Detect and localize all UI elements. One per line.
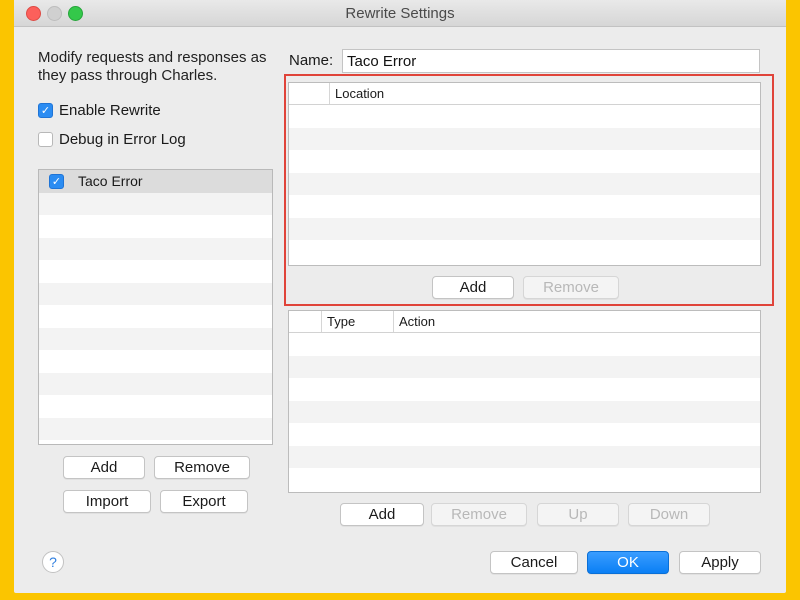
table-row[interactable] — [289, 423, 760, 446]
rule-list-item[interactable]: ✓ Taco Error — [39, 170, 272, 193]
list-item[interactable] — [39, 192, 272, 215]
table-row[interactable] — [289, 217, 760, 240]
debug-log-option[interactable]: Debug in Error Log — [38, 131, 186, 148]
rule-enabled-checkbox[interactable]: ✓ — [49, 173, 64, 189]
enable-rewrite-checkbox[interactable]: ✓ — [38, 103, 53, 118]
remove-location-button[interactable]: Remove — [523, 276, 619, 299]
table-row[interactable] — [289, 195, 760, 218]
table-row[interactable] — [289, 355, 760, 378]
table-row[interactable] — [289, 105, 760, 128]
ok-button[interactable]: OK — [587, 551, 669, 574]
move-up-button[interactable]: Up — [537, 503, 619, 526]
rewrite-rule-list[interactable]: ✓ Taco Error — [38, 169, 273, 445]
rules-table[interactable]: Type Action — [288, 310, 761, 493]
remove-rule-button[interactable]: Remove — [154, 456, 250, 479]
location-table-header: Location — [289, 83, 760, 105]
rules-table-body — [289, 333, 760, 491]
table-row[interactable] — [289, 150, 760, 173]
type-column-header[interactable]: Type — [321, 311, 393, 332]
location-table-checkbox-column — [289, 83, 329, 104]
table-row[interactable] — [289, 468, 760, 491]
add-location-button[interactable]: Add — [432, 276, 514, 299]
title-bar[interactable]: Rewrite Settings — [14, 0, 786, 27]
apply-button[interactable]: Apply — [679, 551, 761, 574]
list-item[interactable] — [39, 215, 272, 238]
list-item[interactable] — [39, 327, 272, 350]
list-item[interactable] — [39, 350, 272, 373]
rewrite-settings-window: Rewrite Settings Modify requests and res… — [14, 0, 786, 593]
enable-rewrite-option[interactable]: ✓ Enable Rewrite — [38, 102, 161, 119]
table-row[interactable] — [289, 240, 760, 263]
list-item[interactable] — [39, 237, 272, 260]
add-action-button[interactable]: Add — [340, 503, 424, 526]
move-down-button[interactable]: Down — [628, 503, 710, 526]
enable-rewrite-label: Enable Rewrite — [59, 102, 161, 119]
list-item[interactable] — [39, 305, 272, 328]
name-label: Name: — [289, 52, 334, 69]
intro-text: Modify requests and responses as they pa… — [38, 49, 267, 84]
table-row[interactable] — [289, 400, 760, 423]
action-column-header[interactable]: Action — [393, 311, 760, 332]
rule-list-item-label: Taco Error — [78, 173, 143, 190]
list-item[interactable] — [39, 372, 272, 395]
list-item[interactable] — [39, 395, 272, 418]
location-column-header[interactable]: Location — [329, 83, 760, 104]
rules-table-header: Type Action — [289, 311, 760, 333]
list-item[interactable] — [39, 282, 272, 305]
help-button[interactable]: ? — [42, 551, 64, 573]
export-button[interactable]: Export — [160, 490, 248, 513]
cancel-button[interactable]: Cancel — [490, 551, 578, 574]
list-item[interactable] — [39, 417, 272, 440]
location-table-body — [289, 105, 760, 263]
import-button[interactable]: Import — [63, 490, 151, 513]
table-row[interactable] — [289, 378, 760, 401]
table-row[interactable] — [289, 445, 760, 468]
debug-log-checkbox[interactable] — [38, 132, 53, 147]
list-item[interactable] — [39, 260, 272, 283]
rules-table-checkbox-column — [289, 311, 321, 332]
table-row[interactable] — [289, 172, 760, 195]
table-row[interactable] — [289, 127, 760, 150]
debug-log-label: Debug in Error Log — [59, 131, 186, 148]
window-title: Rewrite Settings — [345, 5, 455, 22]
add-rule-button[interactable]: Add — [63, 456, 145, 479]
table-row[interactable] — [289, 333, 760, 356]
location-table[interactable]: Location — [288, 82, 761, 266]
name-field[interactable]: Taco Error — [342, 49, 760, 73]
remove-action-button[interactable]: Remove — [431, 503, 527, 526]
